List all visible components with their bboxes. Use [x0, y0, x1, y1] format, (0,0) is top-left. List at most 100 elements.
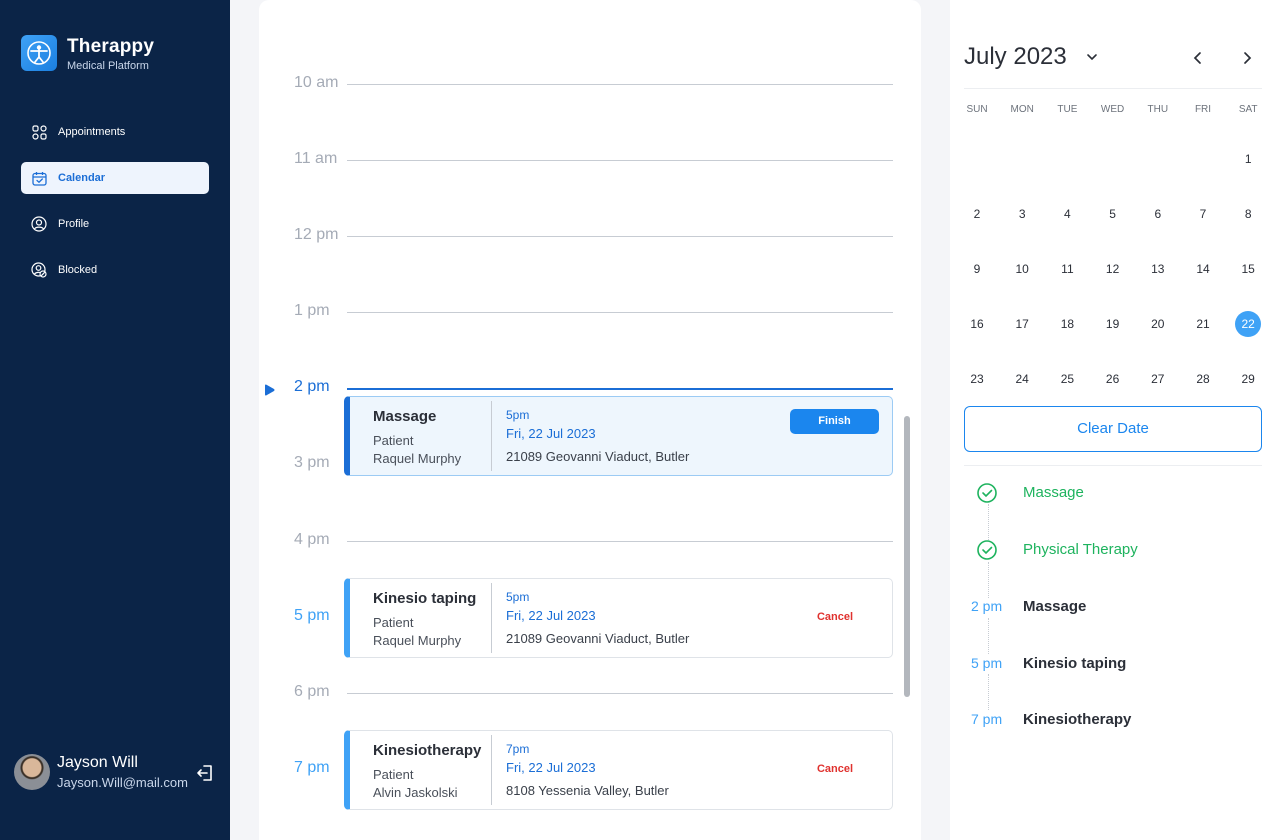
- calendar-day[interactable]: 10: [1009, 256, 1035, 282]
- calendar-day[interactable]: 26: [1100, 366, 1126, 392]
- weekday-label: THU: [1147, 104, 1169, 115]
- calendar-day[interactable]: 3: [1009, 201, 1035, 227]
- calendar-day[interactable]: 8: [1235, 201, 1261, 227]
- user-name: Jayson Will: [57, 754, 138, 771]
- user-email: Jayson.Will@mail.com: [57, 775, 188, 790]
- calendar-day-selected[interactable]: 22: [1235, 311, 1262, 337]
- next-month-icon[interactable]: [1239, 50, 1255, 66]
- sidebar-item-profile[interactable]: Profile: [21, 208, 209, 240]
- hour-label: 6 pm: [294, 683, 330, 700]
- calendar-day[interactable]: 7: [1190, 201, 1216, 227]
- appointment-title: Kinesio taping: [373, 590, 477, 607]
- hour-label: 10 am: [294, 74, 339, 91]
- calendar-day[interactable]: 16: [964, 311, 990, 337]
- schedule-item-name: Kinesiotherapy: [1023, 711, 1132, 728]
- hour-row: 1 pm: [259, 302, 921, 322]
- cancel-button[interactable]: Cancel: [795, 763, 875, 775]
- grid-icon: [31, 124, 47, 140]
- calendar-day[interactable]: 25: [1054, 366, 1080, 392]
- appointment-date: Fri, 22 Jul 2023: [506, 608, 596, 623]
- schedule-item[interactable]: Massage: [964, 481, 1262, 505]
- weekday-label: SUN: [966, 104, 988, 115]
- schedule-item[interactable]: 2 pm Massage: [964, 595, 1262, 619]
- hour-label: 3 pm: [294, 454, 330, 471]
- card-divider: [491, 735, 492, 805]
- hour-label: 7 pm: [294, 759, 330, 776]
- calendar-day[interactable]: 12: [1100, 256, 1126, 282]
- avatar[interactable]: [14, 754, 50, 790]
- sidebar: Therappy Medical Platform Appointments C…: [0, 0, 230, 840]
- appointment-card[interactable]: Massage Patient Raquel Murphy 5pm Fri, 2…: [344, 396, 893, 476]
- calendar-day[interactable]: 1: [1235, 146, 1261, 172]
- schedule-item-time: 7 pm: [971, 711, 1003, 727]
- calendar-day[interactable]: 28: [1190, 366, 1216, 392]
- calendar-day[interactable]: 19: [1100, 311, 1126, 337]
- calendar-panel: July 2023 SUN MON TUE WED THU FRI SAT 12345678…: [950, 0, 1276, 840]
- schedule-item-name: Physical Therapy: [1023, 541, 1138, 558]
- hour-row: 4 pm: [259, 531, 921, 551]
- schedule-item[interactable]: 7 pm Kinesiotherapy: [964, 708, 1262, 732]
- patient-label: Patient: [373, 433, 414, 448]
- calendar-day[interactable]: 11: [1054, 256, 1080, 282]
- calendar-day[interactable]: 24: [1009, 366, 1035, 392]
- calendar-day[interactable]: 17: [1009, 311, 1035, 337]
- calendar-day[interactable]: 23: [964, 366, 990, 392]
- logout-icon[interactable]: [195, 763, 215, 783]
- sidebar-item-appointments[interactable]: Appointments: [21, 116, 209, 148]
- calendar-day[interactable]: 27: [1145, 366, 1171, 392]
- brand-name: Therappy: [67, 36, 155, 57]
- chevron-down-icon[interactable]: [1085, 50, 1099, 64]
- appointment-time: 5pm: [506, 590, 530, 604]
- patient-label: Patient: [373, 615, 414, 630]
- appointment-time: 7pm: [506, 742, 530, 756]
- current-time-line: [347, 388, 893, 390]
- calendar-day[interactable]: 13: [1145, 256, 1171, 282]
- calendar-day[interactable]: 29: [1235, 366, 1261, 392]
- hour-label: 12 pm: [294, 226, 339, 243]
- finish-button[interactable]: Finish: [790, 409, 879, 434]
- hour-label: 11 am: [294, 150, 338, 167]
- weekday-label: TUE: [1057, 104, 1078, 115]
- sidebar-item-label: Appointments: [58, 126, 126, 138]
- calendar-day[interactable]: 18: [1054, 311, 1080, 337]
- schedule-item[interactable]: 5 pm Kinesio taping: [964, 652, 1262, 676]
- appointment-card[interactable]: Kinesiotherapy Patient Alvin Jaskolski 7…: [344, 730, 893, 810]
- user-icon: [31, 216, 47, 232]
- calendar-day[interactable]: 14: [1190, 256, 1216, 282]
- calendar-day[interactable]: 21: [1190, 311, 1216, 337]
- appointment-address: 21089 Geovanni Viaduct, Butler: [506, 631, 690, 646]
- sidebar-item-calendar[interactable]: Calendar: [21, 162, 209, 194]
- schedule-connector: [988, 562, 989, 598]
- patient-label: Patient: [373, 767, 414, 782]
- appointment-date: Fri, 22 Jul 2023: [506, 760, 596, 775]
- hour-label: 2 pm: [294, 378, 330, 395]
- hour-label: 4 pm: [294, 531, 330, 548]
- hour-divider: [347, 312, 893, 313]
- sidebar-item-blocked[interactable]: Blocked: [21, 254, 209, 286]
- clear-date-button[interactable]: Clear Date: [964, 406, 1262, 452]
- schedule-item-name: Massage: [1023, 484, 1084, 501]
- calendar-day[interactable]: 15: [1235, 256, 1261, 282]
- hour-divider: [347, 236, 893, 237]
- schedule-item[interactable]: Physical Therapy: [964, 538, 1262, 562]
- appointment-title: Kinesiotherapy: [373, 742, 482, 759]
- calendar-day[interactable]: 5: [1100, 201, 1126, 227]
- calendar-day[interactable]: 2: [964, 201, 990, 227]
- appointment-address: 21089 Geovanni Viaduct, Butler: [506, 449, 690, 464]
- calendar-day[interactable]: 6: [1145, 201, 1171, 227]
- calendar-day[interactable]: 9: [964, 256, 990, 282]
- calendar-day[interactable]: 20: [1145, 311, 1171, 337]
- calendar-day[interactable]: 4: [1054, 201, 1080, 227]
- blocked-user-icon: [31, 262, 47, 278]
- schedule-item-time: 2 pm: [971, 598, 1003, 614]
- sidebar-item-label: Profile: [58, 218, 90, 230]
- cancel-button[interactable]: Cancel: [795, 611, 875, 623]
- previous-month-icon[interactable]: [1190, 50, 1206, 66]
- calendar-icon: [31, 170, 47, 186]
- sidebar-item-label: Calendar: [58, 172, 106, 184]
- card-divider: [491, 583, 492, 653]
- appointment-card[interactable]: Kinesio taping Patient Raquel Murphy 5pm…: [344, 578, 893, 658]
- timeline-scrollbar[interactable]: [904, 416, 910, 697]
- user-profile: Jayson Will Jayson.Will@mail.com: [14, 754, 219, 792]
- month-title[interactable]: July 2023: [964, 43, 1067, 71]
